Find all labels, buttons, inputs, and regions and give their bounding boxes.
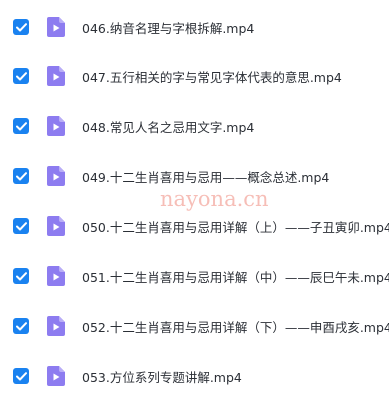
file-name[interactable]: 050.十二生肖喜用与忌用详解（上）——子丑寅卯.mp4: [82, 217, 389, 236]
checkbox-checked[interactable]: [13, 168, 29, 184]
file-name[interactable]: 053.方位系列专题讲解.mp4: [82, 367, 242, 386]
checkmark-icon: [15, 321, 27, 330]
checkbox-checked[interactable]: [13, 368, 29, 384]
video-file-icon: [45, 365, 67, 387]
video-file-icon: [45, 165, 67, 187]
checkmark-icon: [15, 121, 27, 130]
checkmark-icon: [15, 221, 27, 230]
file-row[interactable]: 049.十二生肖喜用与忌用——概念总述.mp4: [0, 156, 389, 196]
file-row[interactable]: 053.方位系列专题讲解.mp4: [0, 356, 389, 396]
checkmark-icon: [15, 171, 27, 180]
checkbox-checked[interactable]: [13, 218, 29, 234]
video-file-icon: [45, 265, 67, 287]
video-file-icon: [45, 115, 67, 137]
checkmark-icon: [15, 271, 27, 280]
checkmark-icon: [15, 371, 27, 380]
file-name[interactable]: 048.常见人名之忌用文字.mp4: [82, 117, 254, 136]
checkmark-icon: [15, 22, 27, 31]
file-row[interactable]: 048.常见人名之忌用文字.mp4: [0, 106, 389, 146]
file-name[interactable]: 051.十二生肖喜用与忌用详解（中）——辰巳午未.mp4: [82, 267, 389, 286]
file-row[interactable]: 047.五行相关的字与常见字体代表的意思.mp4: [0, 56, 389, 96]
checkbox-checked[interactable]: [13, 68, 29, 84]
file-name[interactable]: 049.十二生肖喜用与忌用——概念总述.mp4: [82, 167, 329, 186]
file-row[interactable]: 052.十二生肖喜用与忌用详解（下）——申酉戌亥.mp4: [0, 306, 389, 346]
checkbox-checked[interactable]: [13, 118, 29, 134]
checkmark-icon: [15, 71, 27, 80]
checkbox-checked[interactable]: [13, 268, 29, 284]
video-file-icon: [45, 315, 67, 337]
video-file-icon: [45, 16, 67, 38]
checkbox-checked[interactable]: [13, 318, 29, 334]
file-name[interactable]: 046.纳音名理与字根拆解.mp4: [82, 18, 254, 37]
file-row[interactable]: 051.十二生肖喜用与忌用详解（中）——辰巳午未.mp4: [0, 256, 389, 296]
file-row[interactable]: 046.纳音名理与字根拆解.mp4: [0, 7, 389, 47]
checkbox-checked[interactable]: [13, 19, 29, 35]
file-name[interactable]: 047.五行相关的字与常见字体代表的意思.mp4: [82, 67, 342, 86]
file-list: 046.纳音名理与字根拆解.mp4 047.五行相关的字与常见字体代表的意思.m…: [0, 0, 389, 397]
file-row[interactable]: 050.十二生肖喜用与忌用详解（上）——子丑寅卯.mp4: [0, 206, 389, 246]
video-file-icon: [45, 65, 67, 87]
video-file-icon: [45, 215, 67, 237]
file-name[interactable]: 052.十二生肖喜用与忌用详解（下）——申酉戌亥.mp4: [82, 317, 389, 336]
